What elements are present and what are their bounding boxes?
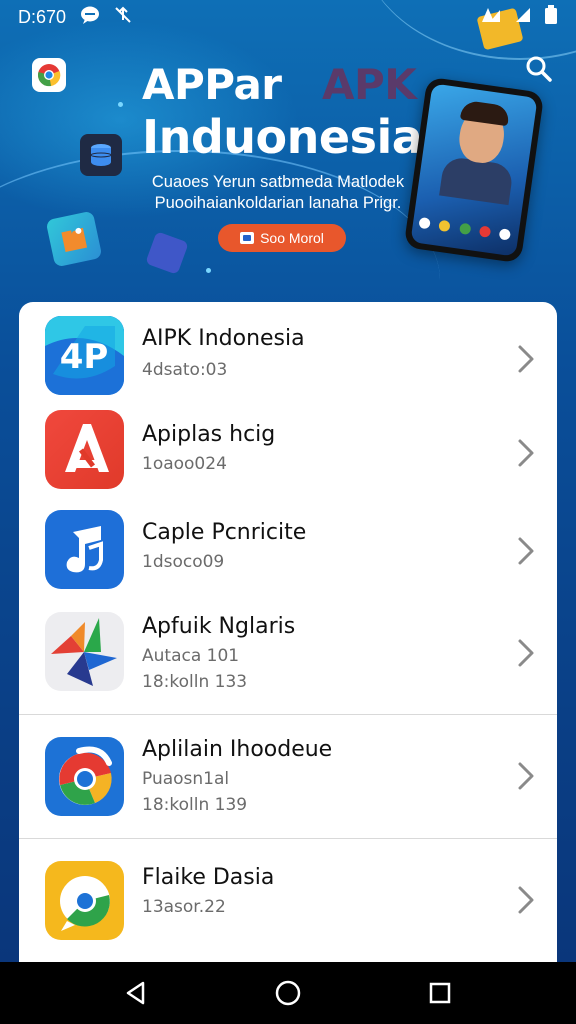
app-meta: Puaosn1al <box>142 769 230 789</box>
hero-title-line1: APPar <box>142 60 282 109</box>
wifi-icon <box>514 6 532 29</box>
home-icon[interactable] <box>273 978 303 1008</box>
sparkle-dot <box>118 102 123 107</box>
app-meta: Autaca 101 <box>142 646 240 666</box>
app-name: AIPK Indonesia <box>142 326 305 351</box>
app-name: Apiplas hcig <box>142 422 276 447</box>
app-meta: 1oaoo024 <box>142 454 227 474</box>
person-body <box>439 155 515 206</box>
window-icon <box>240 232 255 244</box>
messenger-icon <box>80 6 100 29</box>
list-item[interactable]: Apiplas hcig 1oaoo024 <box>19 408 557 506</box>
hero-tagline: Cuaoes Yerun satbmeda Matlodek Puooihaia… <box>151 173 405 212</box>
signal-icon <box>480 6 502 29</box>
mute-icon <box>114 6 132 29</box>
app-name: Caple Pcnricite <box>142 520 307 545</box>
see-more-button[interactable]: Soo Morol <box>218 224 346 252</box>
chrome-yellow-icon <box>45 861 124 940</box>
phone-illustration <box>403 76 545 264</box>
hero-title-brand: APK <box>322 60 417 109</box>
chevron-right-icon <box>518 345 534 373</box>
app-name: Aplilain Ihoodeue <box>142 737 333 762</box>
phone-screen <box>410 83 538 257</box>
chevron-right-icon <box>518 762 534 790</box>
list-item[interactable]: Aplilain Ihoodeue Puaosn1al 18:kolln 139 <box>19 714 557 838</box>
phone-dock <box>418 216 512 246</box>
navigation-bar <box>0 962 576 1024</box>
search-icon[interactable] <box>524 54 554 84</box>
chevron-right-icon <box>518 537 534 565</box>
ap-logo-icon: 4P <box>45 316 124 395</box>
see-more-label: Soo Morol <box>260 230 324 246</box>
hero-title-line2: Induonesia <box>142 110 423 164</box>
database-decoration-icon <box>80 134 122 176</box>
recents-icon[interactable] <box>425 978 455 1008</box>
puzzle-decoration-icon <box>45 210 103 268</box>
app-list: 4P AIPK Indonesia 4dsato:03 Apiplas hcig… <box>19 302 557 972</box>
list-item[interactable]: Apfuik Nglaris Autaca 101 18:kolln 133 <box>19 604 557 714</box>
chevron-right-icon <box>518 886 534 914</box>
status-time: D:670 <box>18 6 67 27</box>
app-meta: 18:kolln 139 <box>142 795 248 815</box>
app-meta: 4dsato:03 <box>142 360 228 380</box>
hero-banner: APPar APK Induonesia Cuaoes Yerun satbme… <box>0 0 576 300</box>
app-name: Apfuik Nglaris <box>142 614 296 639</box>
chrome-decoration-icon <box>32 58 66 92</box>
pinwheel-icon <box>45 612 124 691</box>
chrome-blue-icon <box>45 737 124 816</box>
chevron-right-icon <box>518 439 534 467</box>
status-bar: D:670 <box>0 0 576 34</box>
red-a-logo-icon <box>45 410 124 489</box>
music-note-icon <box>45 510 124 589</box>
app-meta: 18:kolln 133 <box>142 672 248 692</box>
list-item[interactable]: Flaike Dasia 13asor.22 <box>19 838 557 972</box>
app-meta: 1dsoco09 <box>142 552 225 572</box>
battery-icon <box>544 4 558 30</box>
list-item[interactable]: Caple Pcnricite 1dsoco09 <box>19 506 557 604</box>
chevron-right-icon <box>518 639 534 667</box>
app-name: Flaike Dasia <box>142 865 275 890</box>
list-item[interactable]: 4P AIPK Indonesia 4dsato:03 <box>19 310 557 408</box>
sparkle-dot <box>206 268 211 273</box>
back-icon[interactable] <box>121 978 151 1008</box>
app-meta: 13asor.22 <box>142 897 226 917</box>
svg-text:4P: 4P <box>60 337 109 377</box>
